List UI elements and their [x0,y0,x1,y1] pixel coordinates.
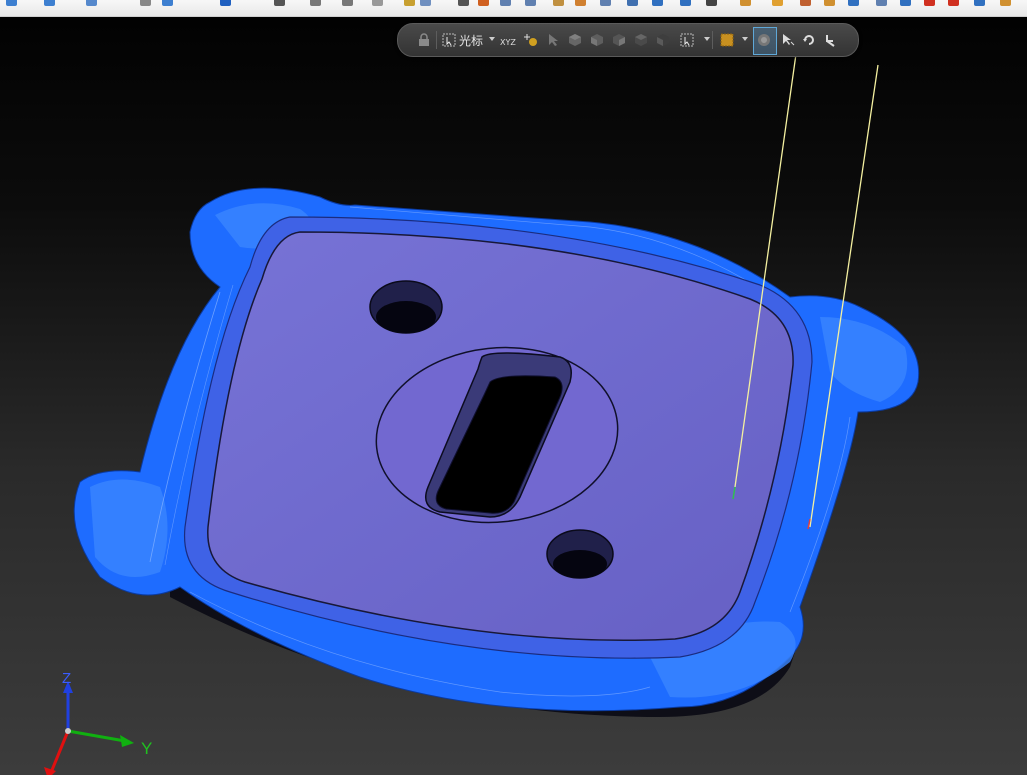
toolbar-icon-strip[interactable] [575,0,586,6]
lock-icon[interactable] [415,31,432,48]
toolbar-icon-strip[interactable] [162,0,173,6]
toolbar-icon-strip[interactable] [86,0,97,6]
toolbar-icon-strip[interactable] [772,0,783,6]
toolbar-icon-strip[interactable] [848,0,859,6]
toolbar-icon-strip[interactable] [458,0,469,6]
toolbar-icon-strip[interactable] [706,0,717,6]
toolbar-icon-strip[interactable] [740,0,751,6]
view-shaded-icon[interactable] [654,31,671,48]
toolbar-icon-strip[interactable] [627,0,638,6]
cursor-mode-icon[interactable] [440,31,457,48]
rotate-icon[interactable] [800,31,817,48]
toolbar-icon-strip[interactable] [900,0,911,6]
toolbar-icon-strip[interactable] [600,0,611,6]
toolbar-icon-strip[interactable] [1000,0,1011,6]
part-model-scene[interactable]: Z Y [0,17,1027,775]
cursor-mode-label[interactable]: 光标 [459,32,483,49]
toolbar-icon-strip[interactable] [342,0,353,6]
toolbar-icon-strip[interactable] [404,0,415,6]
toolbar-icon-strip[interactable] [680,0,691,6]
triad-y-label: Y [141,739,152,758]
point-snap-icon[interactable] [522,31,539,48]
toolbar-icon-strip[interactable] [310,0,321,6]
toolbar-icon-strip[interactable] [924,0,935,6]
toolbar-icon-strip[interactable] [800,0,811,6]
undo-view-icon[interactable] [822,31,839,48]
marquee-dropdown-arrow[interactable] [742,37,748,41]
toolbar-icon-strip[interactable] [974,0,985,6]
grid-icon[interactable] [755,31,772,48]
main-toolbar [0,0,1027,17]
marquee-icon[interactable] [718,31,735,48]
toolbar-icon-strip[interactable] [420,0,431,6]
toolbar-icon-strip[interactable] [44,0,55,6]
toolbar-icon-strip[interactable] [372,0,383,6]
orbit-icon[interactable] [779,31,796,48]
3d-viewport[interactable]: Z Y 光标 XYZ [0,17,1027,775]
floating-view-toolbar: 光标 XYZ [397,23,859,57]
svg-text:XYZ: XYZ [500,38,516,47]
toolbar-icon-strip[interactable] [652,0,663,6]
box-select-icon[interactable] [678,31,695,48]
toolbar-icon-strip[interactable] [553,0,564,6]
toolbar-icon-strip[interactable] [525,0,536,6]
view-side-icon[interactable] [632,31,649,48]
view-iso-icon[interactable] [566,31,583,48]
view-top-icon[interactable] [610,31,627,48]
toolbar-icon-strip[interactable] [140,0,151,6]
toolbar-icon-strip[interactable] [876,0,887,6]
toolbar-icon-strip[interactable] [948,0,959,6]
toolbar-icon-strip[interactable] [6,0,17,6]
select-arrow-icon[interactable] [544,31,561,48]
mounting-hole-2[interactable] [546,529,614,579]
view-front-icon[interactable] [588,31,605,48]
box-select-dropdown-arrow[interactable] [704,37,710,41]
triad-z-label: Z [62,670,71,687]
toolbar-icon-strip[interactable] [274,0,285,6]
toolbar-icon-strip[interactable] [824,0,835,6]
toolbar-icon-strip[interactable] [478,0,489,6]
cursor-mode-dropdown-arrow[interactable] [489,37,495,41]
toolbar-icon-strip[interactable] [500,0,511,6]
coordinate-triad: Z Y [44,670,152,775]
toolbar-icon-strip[interactable] [220,0,231,6]
mounting-hole-1[interactable] [369,280,443,334]
coordinate-icon[interactable]: XYZ [500,31,517,48]
